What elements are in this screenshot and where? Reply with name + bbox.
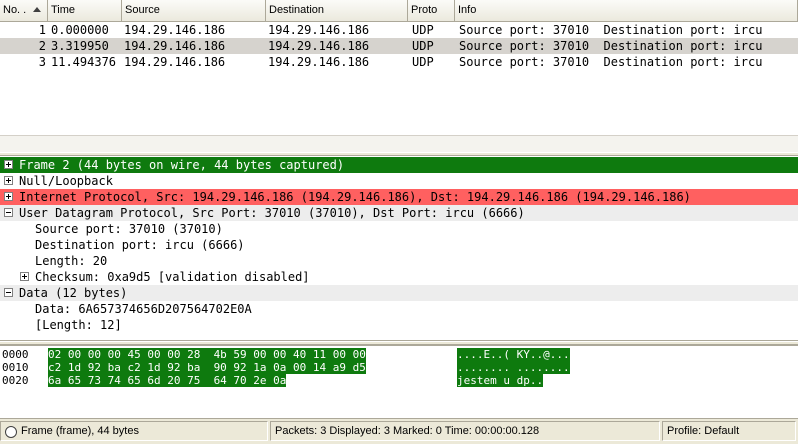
hex-offset: 0020 [2,374,29,387]
tree-item-data-value[interactable]: Data: 6A657374656D207564702E0A [0,301,798,317]
tree-item-udp-source-port[interactable]: Source port: 37010 (37010) [0,221,798,237]
packet-source: 194.29.146.186 [124,23,226,37]
packet-source: 194.29.146.186 [124,55,226,69]
sort-ascending-icon [33,7,41,12]
hex-offset: 0010 [2,361,29,374]
packet-list-header: No. . Time Source Destination Proto Info [0,0,798,22]
expand-plus-icon[interactable] [4,176,13,185]
column-header-time[interactable]: Time [48,0,122,21]
packet-time: 3.319950 [51,39,109,53]
column-header-info[interactable]: Info [455,0,798,21]
hex-ascii[interactable]: jestem u dp.. [457,374,544,387]
tree-item-label: [Length: 12] [35,318,122,332]
tree-item-udp-length[interactable]: Length: 20 [0,253,798,269]
tree-item-label: Internet Protocol, Src: 194.29.146.186 (… [19,190,691,204]
packet-info: Source port: 37010 Destination port: irc… [459,55,763,69]
packet-protocol: UDP [412,55,434,69]
hex-row: 0010 c2 1d 92 ba c2 1d 92 ba 90 92 1a 0a… [0,361,798,374]
packet-row-selected[interactable]: 2 3.319950 194.29.146.186 194.29.146.186… [0,38,798,54]
packet-details-pane[interactable]: Frame 2 (44 bytes on wire, 44 bytes capt… [0,156,798,341]
tree-item-internet-protocol[interactable]: Internet Protocol, Src: 194.29.146.186 (… [0,189,798,205]
packet-row[interactable]: 1 0.000000 194.29.146.186 194.29.146.186… [0,22,798,38]
collapse-minus-icon[interactable] [4,288,13,297]
packet-no: 1 [38,23,46,37]
tree-item-label: Data (12 bytes) [19,286,128,300]
packet-info: Source port: 37010 Destination port: irc… [459,39,763,53]
tree-item-label: Checksum: 0xa9d5 [validation disabled] [35,270,310,284]
hex-row: 0020 6a 65 73 74 65 6d 20 75 64 70 2e 0a… [0,374,798,387]
tree-item-null-loopback[interactable]: Null/Loopback [0,173,798,189]
packet-protocol: UDP [412,39,434,53]
column-header-info-label: Info [458,4,477,16]
packet-destination: 194.29.146.186 [268,39,370,53]
tree-item-frame[interactable]: Frame 2 (44 bytes on wire, 44 bytes capt… [0,157,798,173]
tree-item-data-length[interactable]: [Length: 12] [0,317,798,333]
column-header-time-label: Time [51,4,76,16]
expert-info-icon[interactable] [5,426,17,438]
status-frame-panel: Frame (frame), 44 bytes [0,421,268,441]
hex-row: 0000 02 00 00 00 45 00 00 28 4b 59 00 00… [0,348,798,361]
tree-item-label: Data: 6A657374656D207564702E0A [35,302,252,316]
packet-destination: 194.29.146.186 [268,55,370,69]
tree-item-label: Destination port: ircu (6666) [35,238,245,252]
status-profile-panel[interactable]: Profile: Default [662,421,796,441]
packet-row[interactable]: 3 11.494376 194.29.146.186 194.29.146.18… [0,54,798,70]
expand-plus-icon[interactable] [4,160,13,169]
hex-ascii[interactable]: ....E..( KY..@... [457,348,570,361]
hex-bytes[interactable]: c2 1d 92 ba c2 1d 92 ba 90 92 1a 0a 00 1… [48,361,366,374]
packet-no: 2 [38,39,46,53]
tree-item-label: Source port: 37010 (37010) [35,222,223,236]
packet-source: 194.29.146.186 [124,39,226,53]
column-header-source[interactable]: Source [122,0,266,21]
hex-offset: 0000 [2,348,29,361]
packet-list-pane[interactable]: No. . Time Source Destination Proto Info… [0,0,798,135]
column-header-source-label: Source [125,4,160,16]
column-header-no[interactable]: No. . [0,0,48,21]
status-packets-text: Packets: 3 Displayed: 3 Marked: 0 Time: … [275,425,540,437]
expand-plus-icon[interactable] [4,192,13,201]
status-frame-text: Frame (frame), 44 bytes [21,425,139,437]
status-profile-text: Profile: Default [667,425,740,437]
column-header-no-label: No. . [3,4,27,16]
tree-item-udp-destination-port[interactable]: Destination port: ircu (6666) [0,237,798,253]
packet-no: 3 [38,55,46,69]
column-header-destination-label: Destination [269,4,325,16]
expand-plus-icon[interactable] [20,272,29,281]
packet-time: 0.000000 [51,23,109,37]
tree-item-udp[interactable]: User Datagram Protocol, Src Port: 37010 … [0,205,798,221]
packet-info: Source port: 37010 Destination port: irc… [459,23,763,37]
tree-item-data[interactable]: Data (12 bytes) [0,285,798,301]
column-header-destination[interactable]: Destination [266,0,408,21]
tree-item-label: Null/Loopback [19,174,113,188]
hex-bytes[interactable]: 6a 65 73 74 65 6d 20 75 64 70 2e 0a [48,374,287,387]
packet-time: 11.494376 [51,55,117,69]
hex-bytes[interactable]: 02 00 00 00 45 00 00 28 4b 59 00 00 40 1… [48,348,366,361]
collapse-minus-icon[interactable] [4,208,13,217]
hex-ascii[interactable]: ........ ........ [457,361,570,374]
tree-item-label: Length: 20 [35,254,108,268]
tree-item-label: Frame 2 (44 bytes on wire, 44 bytes capt… [19,158,345,172]
packet-destination: 194.29.146.186 [268,23,370,37]
tree-item-udp-checksum[interactable]: Checksum: 0xa9d5 [validation disabled] [0,269,798,285]
status-packets-panel: Packets: 3 Displayed: 3 Marked: 0 Time: … [270,421,660,441]
packet-list-horizontal-scrollbar[interactable] [0,135,798,153]
tree-item-label: User Datagram Protocol, Src Port: 37010 … [19,206,525,220]
column-header-protocol-label: Proto [411,4,438,16]
packet-bytes-pane[interactable]: 0000 02 00 00 00 45 00 00 28 4b 59 00 00… [0,345,798,418]
column-header-protocol[interactable]: Proto [408,0,455,21]
status-bar: Frame (frame), 44 bytes Packets: 3 Displ… [0,418,798,444]
packet-protocol: UDP [412,23,434,37]
